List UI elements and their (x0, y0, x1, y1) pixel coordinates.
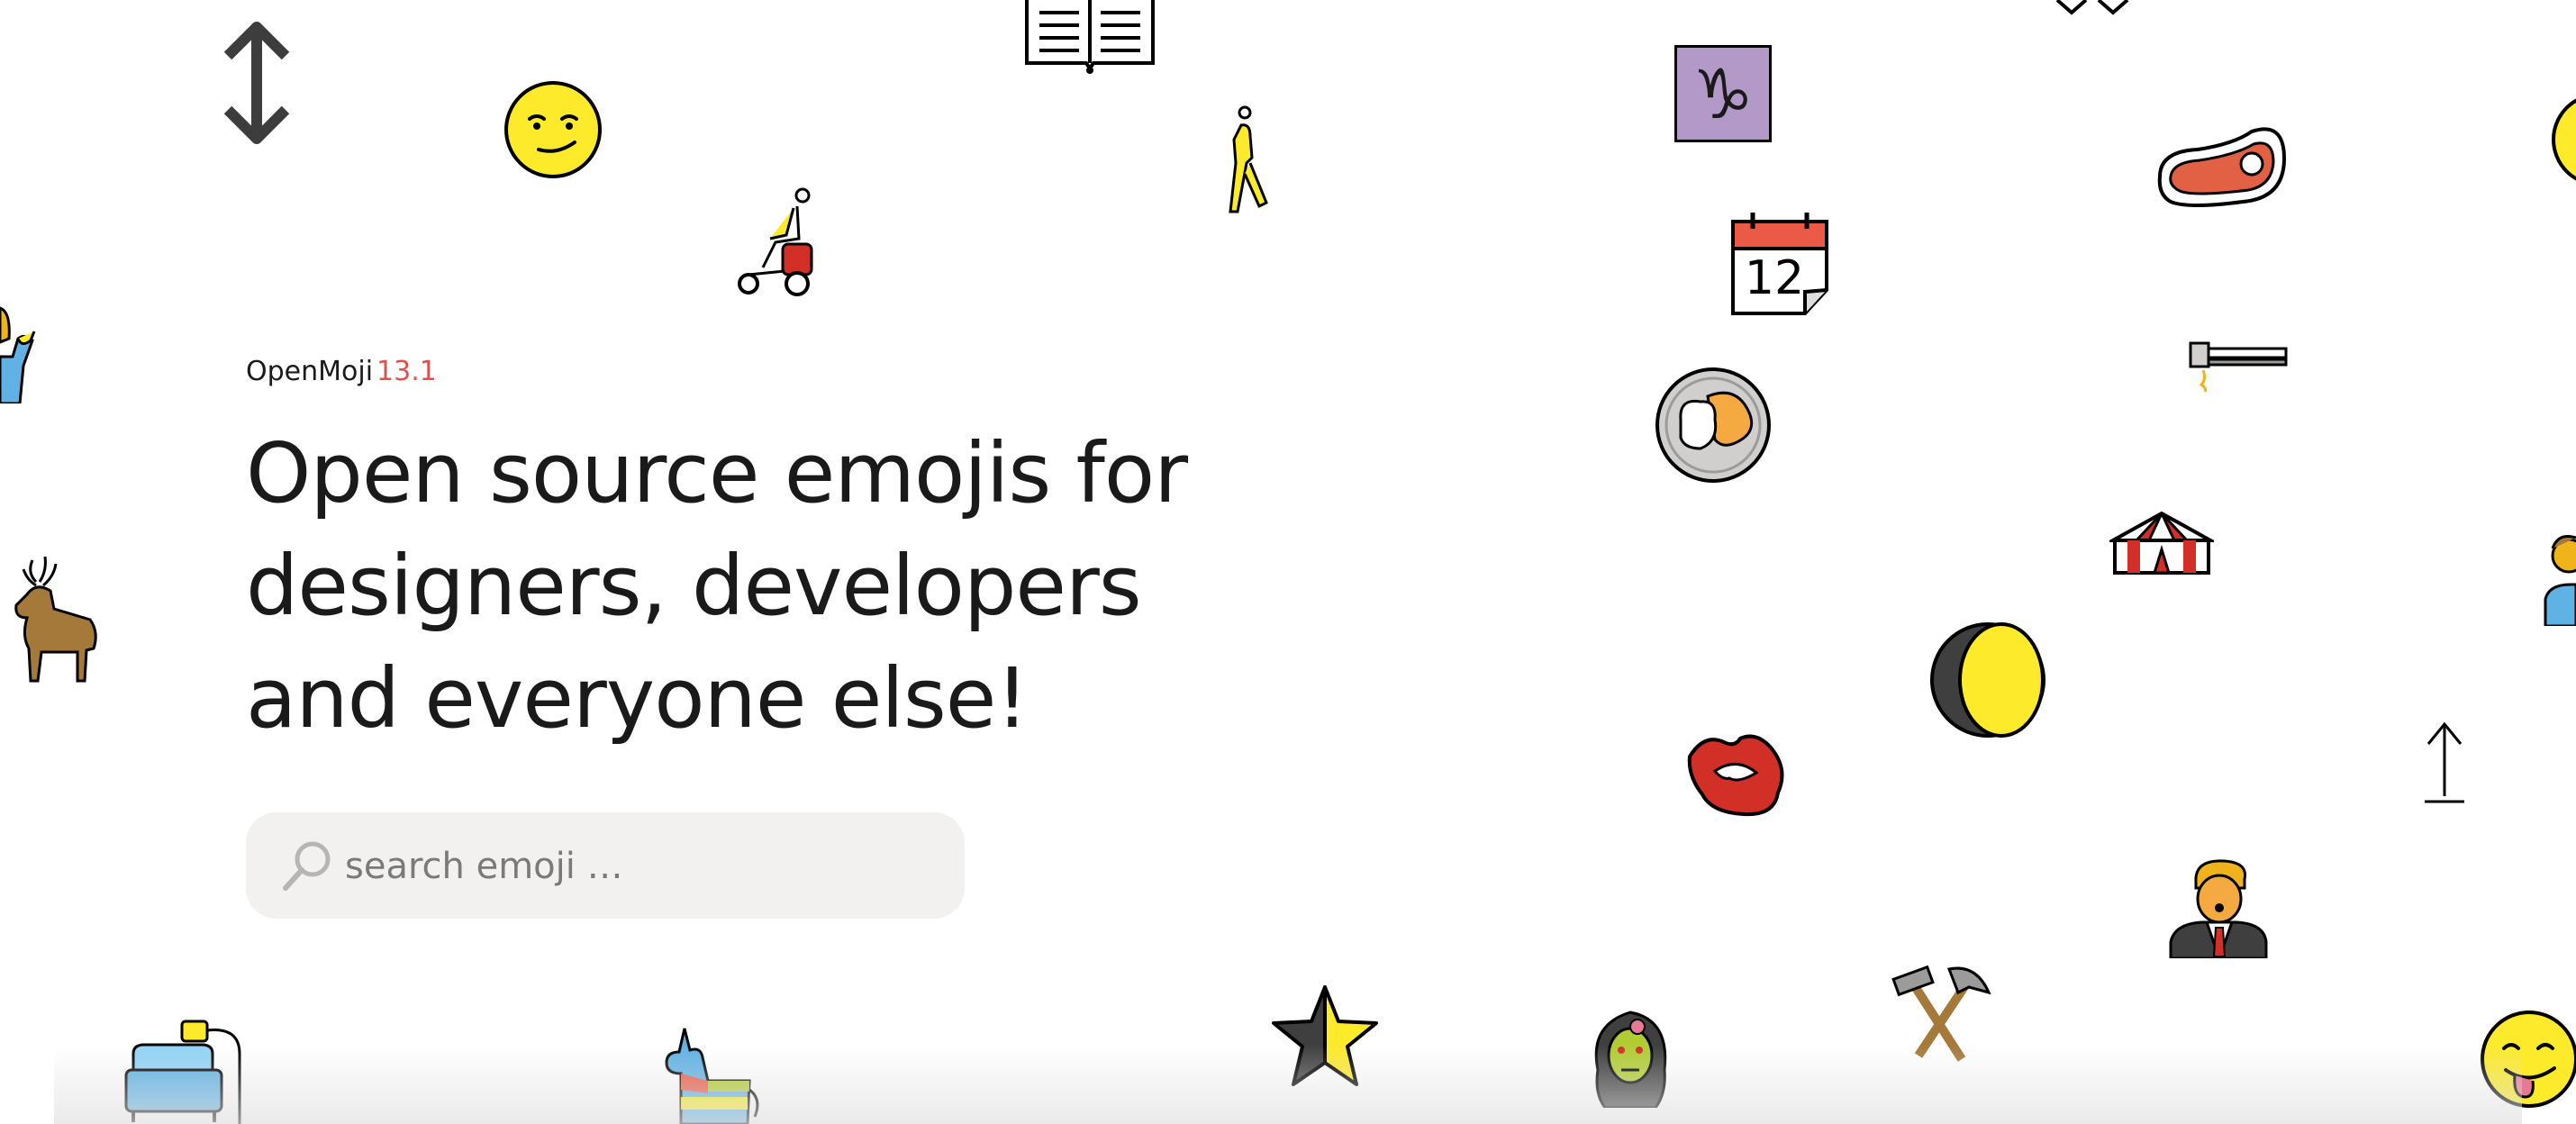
face-savoring-food-icon (2481, 1011, 2576, 1108)
headline-line: designers, developers (246, 538, 1142, 634)
kiss-mark-icon (1687, 734, 1784, 817)
calendar-day: 12 (1745, 251, 1804, 305)
search-input[interactable] (343, 812, 941, 920)
last-quarter-moon-icon (1930, 622, 2045, 738)
smirking-face-icon (504, 81, 602, 178)
garlic-press-icon (2189, 341, 2288, 393)
man-in-suit-icon (2169, 859, 2268, 958)
star-icon (1272, 985, 1378, 1086)
pinata-icon (665, 1028, 759, 1124)
up-down-arrow-icon (223, 22, 290, 144)
partial-icon (2055, 0, 2129, 15)
person-raising-hand-icon (0, 306, 36, 403)
hammer-and-pick-icon (1891, 965, 1991, 1062)
brand-name[interactable]: OpenMoji (246, 356, 373, 387)
person-walking-icon (1229, 105, 1268, 213)
capricorn-icon: ♑ (1674, 45, 1772, 142)
open-book-icon (1025, 0, 1155, 74)
headline: Open source emojis for designers, develo… (246, 417, 1255, 755)
brand: OpenMoji 13.1 (246, 356, 437, 388)
headline-line: Open source emojis for (246, 425, 1188, 521)
calendar-icon: 12 (1731, 213, 1828, 315)
search-bar[interactable] (246, 812, 965, 920)
capricorn-symbol: ♑ (1692, 54, 1755, 134)
zombie-icon (1594, 1011, 1667, 1108)
partial-face-icon (2552, 98, 2576, 181)
up-arrow-icon (2425, 721, 2464, 803)
version-number: 13.1 (376, 356, 437, 387)
rice-and-curry-icon (1655, 367, 1771, 483)
deer-icon (14, 556, 97, 683)
circus-tent-icon (2109, 511, 2214, 575)
person-in-wheelchair-icon (738, 187, 813, 296)
cut-of-meat-icon (2157, 127, 2287, 207)
couch-and-lamp-icon (124, 1020, 241, 1124)
headline-line: and everyone else! (246, 650, 1029, 747)
boy-icon (2544, 535, 2576, 626)
search-icon (283, 841, 331, 891)
